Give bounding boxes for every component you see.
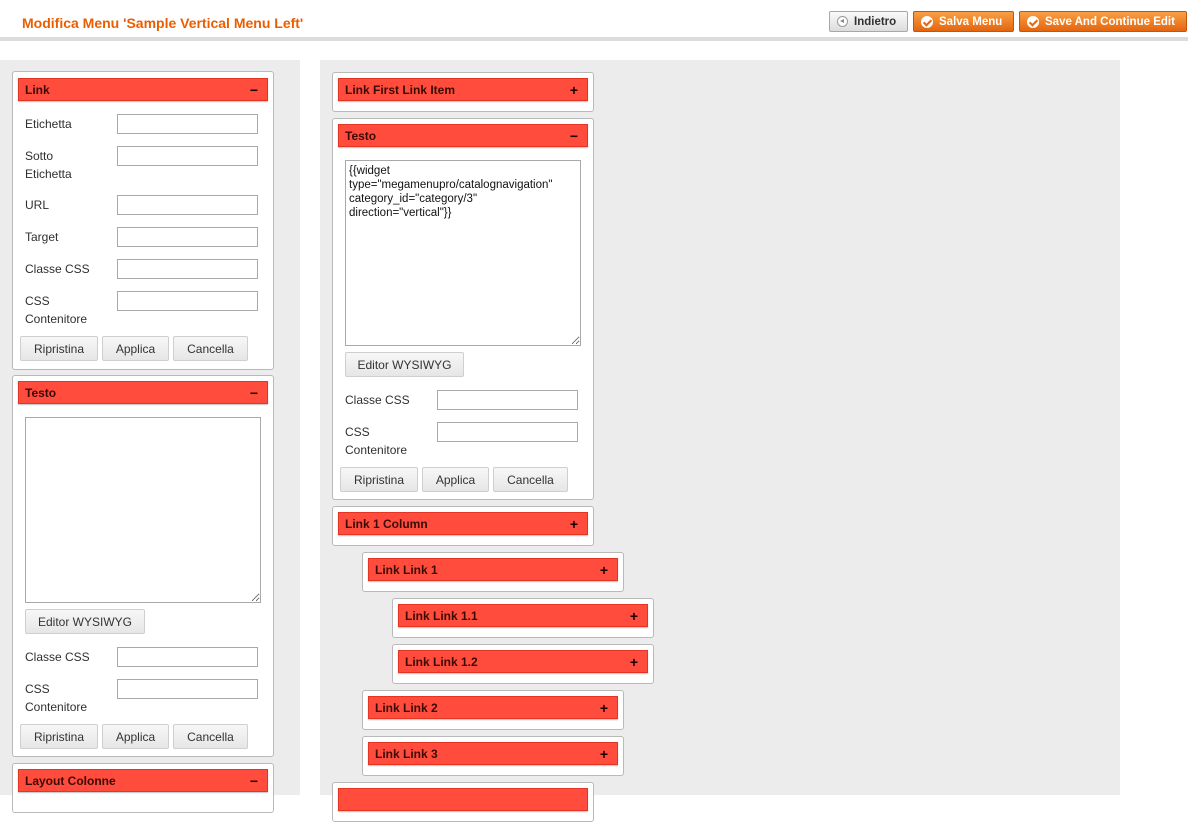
back-button-label: Indietro (854, 15, 897, 28)
expand-icon[interactable]: + (600, 701, 608, 715)
css-container-input[interactable] (117, 679, 258, 699)
label-field-label: Etichetta (25, 117, 72, 131)
css-container-field-label-2: Contenitore (25, 700, 88, 714)
expand-icon[interactable]: + (600, 747, 608, 761)
reset-button[interactable]: Ripristina (340, 467, 418, 492)
text-item-header[interactable]: Testo − (338, 124, 588, 147)
menu-item-title: Link Link 3 (375, 746, 438, 761)
menu-item-header[interactable]: Link Link 1.2 + (398, 650, 648, 673)
page-title: Modifica Menu 'Sample Vertical Menu Left… (22, 15, 304, 31)
css-class-field-label: Classe CSS (25, 262, 90, 276)
header-divider (0, 37, 1188, 41)
save-continue-label: Save And Continue Edit (1045, 15, 1175, 28)
delete-button[interactable]: Cancella (173, 336, 248, 361)
css-container-field-label: CSS (25, 682, 50, 696)
css-container-field-label: CSS (345, 425, 370, 439)
sub-label-field-label-2: Etichetta (25, 167, 72, 181)
check-icon (1027, 15, 1039, 28)
wysiwyg-editor-button[interactable]: Editor WYSIWYG (25, 609, 145, 634)
collapse-icon[interactable]: − (570, 129, 578, 143)
save-menu-label: Salva Menu (939, 15, 1003, 28)
collapse-icon[interactable]: − (250, 386, 258, 400)
menu-item-header[interactable]: Link Link 2 + (368, 696, 618, 719)
collapse-icon[interactable]: − (250, 83, 258, 97)
text-item-title: Testo (345, 128, 377, 143)
menu-item-title: Link 1 Column (345, 516, 428, 531)
text-section-title: Testo (25, 385, 57, 400)
url-input[interactable] (117, 195, 258, 215)
target-field-label: Target (25, 230, 59, 244)
target-input[interactable] (117, 227, 258, 247)
save-menu-button[interactable]: Salva Menu (913, 11, 1014, 32)
menu-item-header[interactable]: Link 1 Column + (338, 512, 588, 535)
menu-item-header[interactable]: Link Link 1 + (368, 558, 618, 581)
expand-icon[interactable]: + (570, 517, 578, 531)
back-arrow-icon (837, 16, 848, 27)
text-section-header[interactable]: Testo − (18, 381, 268, 404)
menu-item-header[interactable] (338, 788, 588, 811)
menu-item-title: Link Link 1.2 (405, 654, 478, 669)
css-container-input[interactable] (437, 422, 578, 442)
menu-item-title: Link Link 1.1 (405, 608, 478, 623)
layout-section-header[interactable]: Layout Colonne − (18, 769, 268, 792)
expand-icon[interactable]: + (630, 609, 638, 623)
css-class-field-label: Classe CSS (25, 650, 90, 664)
css-container-input[interactable] (117, 291, 258, 311)
css-class-input[interactable] (117, 647, 258, 667)
menu-item-header[interactable]: Link Link 3 + (368, 742, 618, 765)
menu-item-header[interactable]: Link Link 1.1 + (398, 604, 648, 627)
menu-item-title: Link Link 2 (375, 700, 438, 715)
delete-button[interactable]: Cancella (493, 467, 568, 492)
delete-button[interactable]: Cancella (173, 724, 248, 749)
back-button[interactable]: Indietro (829, 11, 908, 32)
wysiwyg-editor-button[interactable]: Editor WYSIWYG (345, 352, 464, 377)
css-container-field-label: CSS (25, 294, 50, 308)
check-icon (921, 15, 933, 28)
link-section-header[interactable]: Link − (18, 78, 268, 101)
save-continue-button[interactable]: Save And Continue Edit (1019, 11, 1187, 32)
css-class-input[interactable] (437, 390, 578, 410)
css-class-field-label: Classe CSS (345, 393, 410, 407)
reset-button[interactable]: Ripristina (20, 724, 98, 749)
css-class-input[interactable] (117, 259, 258, 279)
sub-label-input[interactable] (117, 146, 258, 166)
text-content-textarea[interactable]: {{widget type="megamenupro/catalognaviga… (345, 160, 581, 346)
layout-section-title: Layout Colonne (25, 773, 116, 788)
expand-icon[interactable]: + (630, 655, 638, 669)
menu-item-header[interactable]: Link First Link Item + (338, 78, 588, 101)
link-section-title: Link (25, 82, 50, 97)
css-container-field-label-2: Contenitore (25, 312, 88, 326)
expand-icon[interactable]: + (570, 83, 578, 97)
url-field-label: URL (25, 198, 50, 212)
menu-item-title: Link First Link Item (345, 82, 456, 97)
expand-icon[interactable]: + (600, 563, 608, 577)
label-input[interactable] (117, 114, 258, 134)
apply-button[interactable]: Applica (422, 467, 489, 492)
css-container-field-label-2: Contenitore (345, 443, 408, 457)
apply-button[interactable]: Applica (102, 336, 169, 361)
sub-label-field-label: Sotto (25, 149, 54, 163)
text-content-textarea[interactable] (25, 417, 261, 603)
apply-button[interactable]: Applica (102, 724, 169, 749)
reset-button[interactable]: Ripristina (20, 336, 98, 361)
menu-item-title: Link Link 1 (375, 562, 438, 577)
collapse-icon[interactable]: − (250, 774, 258, 788)
